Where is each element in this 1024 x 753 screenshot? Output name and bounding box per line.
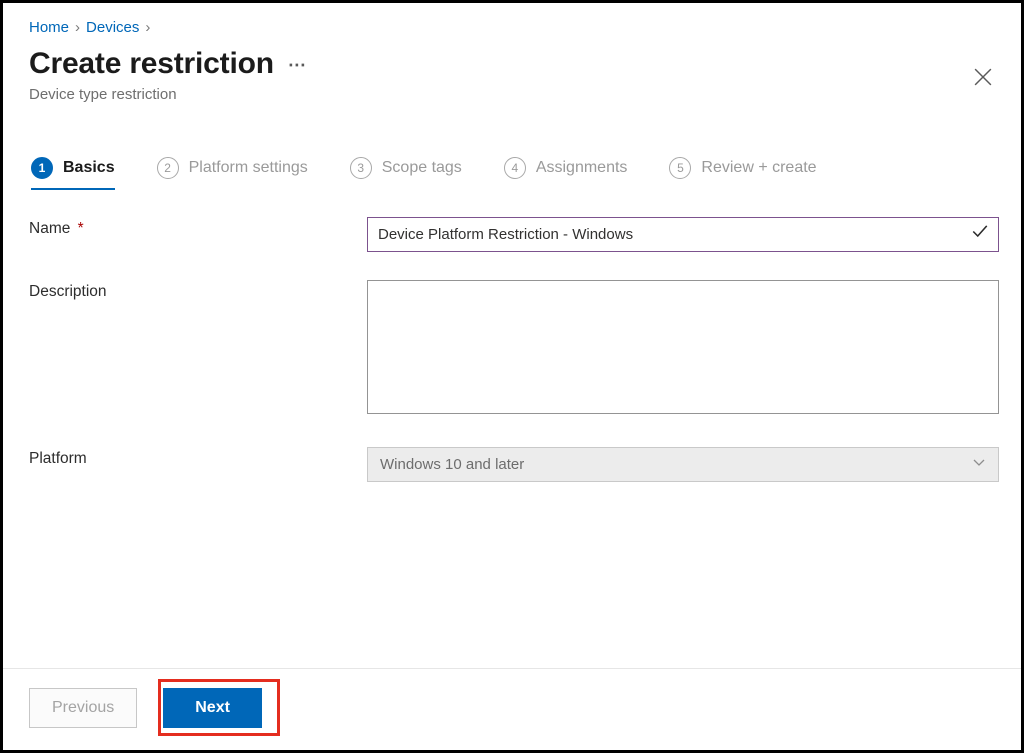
label-platform: Platform: [29, 450, 87, 467]
form: Name * Description: [29, 217, 999, 510]
required-indicator: *: [78, 220, 84, 237]
next-button[interactable]: Next: [163, 688, 262, 728]
check-icon: [971, 223, 989, 246]
row-name: Name *: [29, 217, 999, 252]
page-title: Create restriction: [29, 48, 274, 80]
close-button[interactable]: [967, 61, 999, 93]
page-subtitle: Device type restriction: [29, 86, 307, 103]
step-number: 3: [350, 157, 372, 179]
row-platform: Platform Windows 10 and later: [29, 447, 999, 482]
tab-review-create[interactable]: 5 Review + create: [669, 151, 816, 189]
label-description: Description: [29, 283, 107, 300]
step-label: Platform settings: [189, 159, 308, 177]
chevron-right-icon: ›: [145, 20, 150, 35]
close-icon: [974, 68, 992, 86]
description-input[interactable]: [367, 280, 999, 414]
more-options-button[interactable]: ⋯: [288, 56, 307, 75]
step-label: Scope tags: [382, 159, 462, 177]
tab-assignments[interactable]: 4 Assignments: [504, 151, 628, 189]
breadcrumb-link-devices[interactable]: Devices: [86, 19, 139, 36]
step-number: 4: [504, 157, 526, 179]
step-label: Basics: [63, 159, 115, 177]
tab-platform-settings[interactable]: 2 Platform settings: [157, 151, 308, 189]
step-label: Review + create: [701, 159, 816, 177]
wizard-tabs: 1 Basics 2 Platform settings 3 Scope tag…: [29, 151, 999, 189]
step-number: 2: [157, 157, 179, 179]
breadcrumb-link-home[interactable]: Home: [29, 19, 69, 36]
chevron-down-icon: [972, 455, 986, 473]
footer: Previous Next: [3, 650, 1021, 750]
previous-button: Previous: [29, 688, 137, 728]
name-input[interactable]: [367, 217, 999, 252]
page-header: Create restriction ⋯ Device type restric…: [29, 38, 999, 103]
platform-select[interactable]: Windows 10 and later: [367, 447, 999, 482]
platform-selected-value: Windows 10 and later: [380, 456, 524, 473]
breadcrumb: Home › Devices ›: [29, 13, 999, 38]
chevron-right-icon: ›: [75, 20, 80, 35]
step-number: 5: [669, 157, 691, 179]
tab-scope-tags[interactable]: 3 Scope tags: [350, 151, 462, 189]
step-number: 1: [31, 157, 53, 179]
tab-basics[interactable]: 1 Basics: [31, 151, 115, 189]
label-name: Name: [29, 220, 70, 237]
step-label: Assignments: [536, 159, 628, 177]
divider: [3, 668, 1021, 669]
row-description: Description: [29, 280, 999, 419]
